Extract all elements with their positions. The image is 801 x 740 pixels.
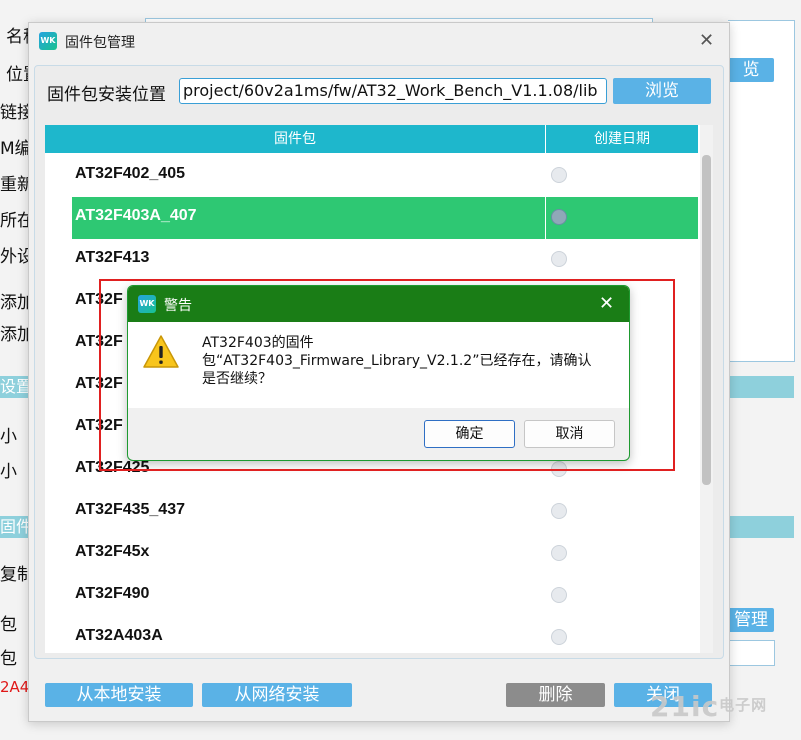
watermark-main: 21ic (650, 690, 720, 723)
table-row[interactable]: AT32F435_437 (45, 491, 698, 533)
package-name: AT32F (75, 333, 123, 350)
row-radio[interactable] (551, 209, 567, 225)
row-separator (545, 197, 546, 239)
table-row[interactable]: AT32F402_405 (45, 155, 698, 197)
bg-bottom-input[interactable] (728, 640, 775, 666)
fw-titlebar: WK 固件包管理 ✕ (29, 23, 729, 59)
package-name: AT32A403A (75, 627, 163, 644)
table-header: 固件包 创建日期 (45, 125, 698, 153)
table-scrollbar[interactable] (700, 125, 713, 653)
column-header-package[interactable]: 固件包 (45, 125, 546, 153)
warning-message: AT32F403的固件 包“AT32F403_Firmware_Library_… (202, 334, 612, 388)
package-name: AT32F45x (75, 543, 150, 560)
warning-icon (143, 335, 179, 368)
install-path-input[interactable]: project/60v2a1ms/fw/AT32_Work_Bench_V1.1… (179, 78, 607, 104)
close-icon[interactable]: ✕ (699, 32, 714, 50)
table-row[interactable]: AT32F413 (45, 239, 698, 281)
package-name: AT32F (75, 375, 123, 392)
table-row[interactable]: AT32F490 (45, 575, 698, 617)
package-name: AT32F413 (75, 249, 150, 266)
delete-button[interactable]: 删除 (506, 683, 605, 707)
warning-message-line: 是否继续？ (202, 371, 272, 387)
browse-button[interactable]: 浏览 (613, 78, 711, 104)
table-row[interactable]: AT32A403A (45, 617, 698, 653)
package-name: AT32F (75, 291, 123, 308)
bg-label-mcode: M编 (0, 139, 32, 159)
row-radio[interactable] (551, 545, 567, 561)
warning-message-line: 包“AT32F403_Firmware_Library_V2.1.2”已经存在，… (202, 353, 592, 369)
row-radio[interactable] (551, 167, 567, 183)
row-radio[interactable] (551, 503, 567, 519)
warning-body: AT32F403的固件 包“AT32F403_Firmware_Library_… (128, 322, 629, 408)
fw-dialog-title: 固件包管理 (65, 35, 135, 51)
app-logo-icon: WK (138, 295, 156, 313)
row-left-padding (45, 197, 72, 239)
bg-label-small-1: 小 (0, 427, 17, 447)
install-network-button[interactable]: 从网络安装 (202, 683, 352, 707)
bg-label-chip: 2A4 (0, 678, 30, 696)
row-radio[interactable] (551, 251, 567, 267)
watermark: 21ic电子网 (650, 690, 767, 723)
row-radio[interactable] (551, 587, 567, 603)
watermark-sub: 电子网 (719, 696, 768, 714)
bg-manage-button[interactable]: 管理 (728, 608, 774, 632)
bg-label-small-2: 小 (0, 462, 17, 482)
package-name: AT32F425 (75, 459, 150, 476)
package-name: AT32F (75, 417, 123, 434)
row-radio[interactable] (551, 461, 567, 477)
table-row[interactable]: AT32F45x (45, 533, 698, 575)
bg-browse-button[interactable]: 览 (728, 58, 774, 82)
bg-label-pkg-2: 包 (0, 649, 17, 669)
bg-label-pkg-1: 包 (0, 615, 17, 635)
warning-message-line: AT32F403的固件 (202, 335, 314, 351)
package-name: AT32F402_405 (75, 165, 185, 182)
package-name: AT32F435_437 (75, 501, 185, 518)
table-row[interactable]: AT32F403A_407 (45, 197, 698, 239)
app-logo-icon: WK (39, 32, 57, 50)
warning-titlebar: WK 警告 ✕ (128, 286, 629, 322)
warning-title: 警告 (164, 298, 192, 314)
install-local-button[interactable]: 从本地安装 (45, 683, 193, 707)
row-radio[interactable] (551, 629, 567, 645)
package-name: AT32F403A_407 (75, 207, 197, 224)
column-header-date[interactable]: 创建日期 (546, 125, 698, 153)
warning-dialog: WK 警告 ✕ AT32F403的固件 包“AT32F403_Firmware_… (127, 285, 630, 461)
close-icon[interactable]: ✕ (599, 295, 614, 313)
install-path-label: 固件包安装位置 (47, 85, 166, 105)
cancel-button[interactable]: 取消 (524, 420, 615, 448)
scrollbar-thumb[interactable] (702, 155, 711, 485)
ok-button[interactable]: 确定 (424, 420, 515, 448)
package-name: AT32F490 (75, 585, 150, 602)
